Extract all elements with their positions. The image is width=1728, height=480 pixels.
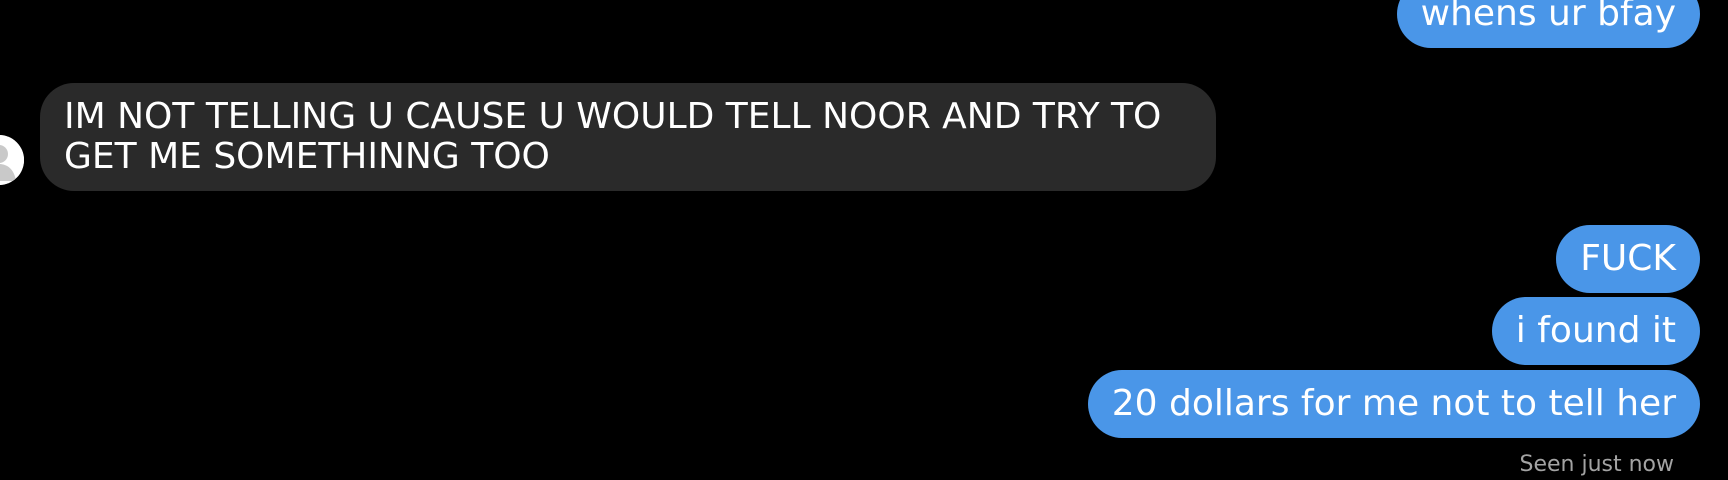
contact-avatar-icon[interactable] bbox=[0, 135, 24, 185]
seen-status: Seen just now bbox=[1519, 452, 1674, 477]
message-bubble-outgoing[interactable]: whens ur bfay bbox=[1396, 0, 1700, 48]
message-bubble-incoming[interactable]: IM NOT TELLING U CAUSE U WOULD TELL NOOR… bbox=[40, 83, 1216, 191]
message-text: i found it bbox=[1515, 310, 1676, 351]
message-text: FUCK bbox=[1580, 238, 1676, 279]
message-thread: whens ur bfay IM NOT TELLING U CAUSE U W… bbox=[0, 0, 1728, 480]
message-text: whens ur bfay bbox=[1420, 0, 1676, 34]
message-bubble-outgoing[interactable]: i found it bbox=[1491, 297, 1700, 365]
message-text: 20 dollars for me not to tell her bbox=[1111, 383, 1676, 424]
message-bubble-outgoing[interactable]: FUCK bbox=[1556, 225, 1700, 293]
message-bubble-outgoing[interactable]: 20 dollars for me not to tell her bbox=[1087, 370, 1700, 438]
message-text: IM NOT TELLING U CAUSE U WOULD TELL NOOR… bbox=[64, 96, 1162, 177]
